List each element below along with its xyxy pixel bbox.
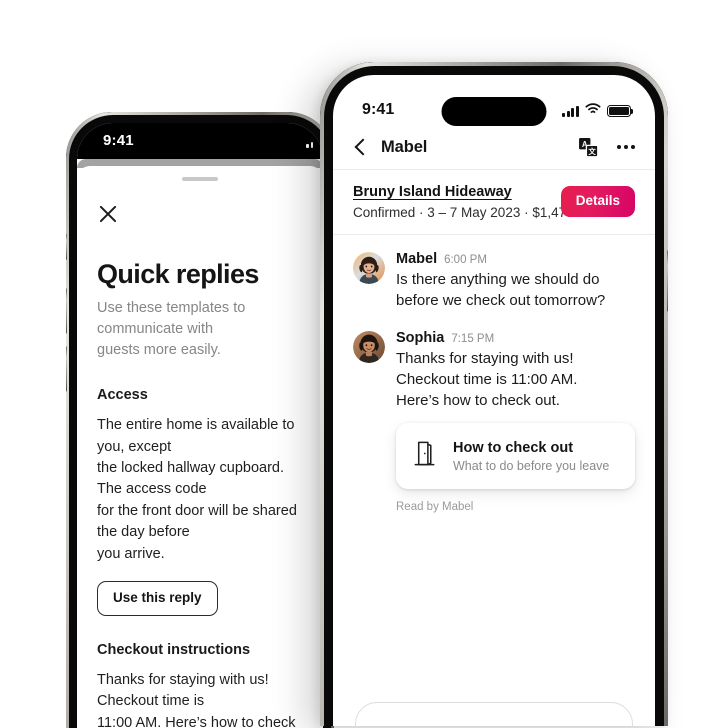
front-phone-device: 9:41 Mabel A 文 Bruny Island Hideaway Con… <box>320 62 668 726</box>
message-text: Is there anything we should do before we… <box>396 271 606 310</box>
back-phone-device: 9:41 Quick replies Use these templates t… <box>66 112 334 728</box>
message-text: Thanks for staying with us! Checkout tim… <box>396 349 578 410</box>
power-button[interactable] <box>667 250 668 312</box>
nav-actions: A 文 <box>578 137 635 158</box>
quick-reply-section-checkout: Checkout instructions Thanks for staying… <box>97 642 303 728</box>
page-title: Mabel <box>381 137 428 156</box>
conversation-nav-bar: Mabel A 文 <box>333 125 655 169</box>
guide-card-title: How to check out <box>453 439 574 456</box>
door-icon <box>411 439 438 473</box>
message-composer-input[interactable] <box>355 702 633 726</box>
reservation-meta: Confirmed · 3 – 7 May 2023 · $1,477 AUD <box>353 205 606 220</box>
volume-down-button[interactable] <box>66 346 67 392</box>
svg-text:文: 文 <box>588 146 596 156</box>
message-item: Sophia 7:15 PM Thanks for staying with u… <box>353 330 635 514</box>
reservation-text: Bruny Island Hideaway Confirmed · 3 – 7 … <box>353 183 606 220</box>
close-icon[interactable] <box>97 203 119 225</box>
message-thread: Mabel 6:00 PM Is there anything we shoul… <box>333 235 655 513</box>
back-chevron-icon[interactable] <box>353 134 369 160</box>
translate-icon[interactable]: A 文 <box>578 137 599 158</box>
front-phone-screen: 9:41 Mabel A 文 Bruny Island Hideaway Con… <box>333 75 655 726</box>
details-button[interactable]: Details <box>560 186 635 217</box>
use-this-reply-button[interactable]: Use this reply <box>97 581 218 616</box>
section-body: The entire home is available to you, exc… <box>97 417 297 562</box>
message-body: Mabel 6:00 PM Is there anything we shoul… <box>396 251 635 312</box>
status-time: 9:41 <box>103 132 134 149</box>
listing-title-link[interactable]: Bruny Island Hideaway <box>353 184 512 200</box>
reservation-summary-bar: Bruny Island Hideaway Confirmed · 3 – 7 … <box>333 170 655 234</box>
section-heading: Access <box>97 387 148 404</box>
back-status-bar: 9:41 <box>77 123 323 159</box>
status-icons <box>562 102 634 120</box>
cellular-signal-icon <box>562 105 579 117</box>
read-receipt: Read by Mabel <box>396 501 474 514</box>
mute-switch[interactable] <box>66 234 67 260</box>
dynamic-island <box>441 97 547 126</box>
quick-reply-section-access: Access The entire home is available to y… <box>97 387 303 616</box>
sheet-grabber-handle[interactable] <box>182 177 218 181</box>
message-header: Mabel 6:00 PM <box>396 251 635 267</box>
page-title: Quick replies <box>97 259 259 289</box>
guide-card-text: How to check out What to do before you l… <box>453 440 609 473</box>
section-heading: Checkout instructions <box>97 641 251 658</box>
page-subtitle: Use these templates to communicate with … <box>97 300 246 359</box>
front-status-bar: 9:41 <box>333 75 655 126</box>
wifi-icon <box>585 102 601 120</box>
avatar-mabel[interactable] <box>353 252 385 284</box>
how-to-check-out-card[interactable]: How to check out What to do before you l… <box>396 423 635 490</box>
status-time: 9:41 <box>362 101 395 118</box>
guide-card-subtitle: What to do before you leave <box>453 458 610 473</box>
sender-name: Sophia <box>396 329 445 346</box>
avatar-sophia[interactable] <box>353 330 385 363</box>
message-timestamp: 6:00 PM <box>444 254 487 266</box>
back-phone-screen: 9:41 Quick replies Use these templates t… <box>77 123 323 728</box>
message-header: Sophia 7:15 PM <box>396 330 635 346</box>
sender-name: Mabel <box>396 251 438 267</box>
section-body: Thanks for staying with us! Checkout tim… <box>97 671 296 728</box>
quick-replies-content: Quick replies Use these templates to com… <box>77 259 323 728</box>
message-timestamp: 7:15 PM <box>451 332 495 345</box>
more-options-icon[interactable] <box>616 145 635 149</box>
quick-replies-sheet: Quick replies Use these templates to com… <box>77 166 323 728</box>
volume-up-button[interactable] <box>66 288 67 334</box>
message-body: Sophia 7:15 PM Thanks for staying with u… <box>396 330 635 514</box>
cellular-signal-icon <box>306 137 313 148</box>
battery-icon <box>607 105 634 117</box>
message-item: Mabel 6:00 PM Is there anything we shoul… <box>353 251 635 312</box>
